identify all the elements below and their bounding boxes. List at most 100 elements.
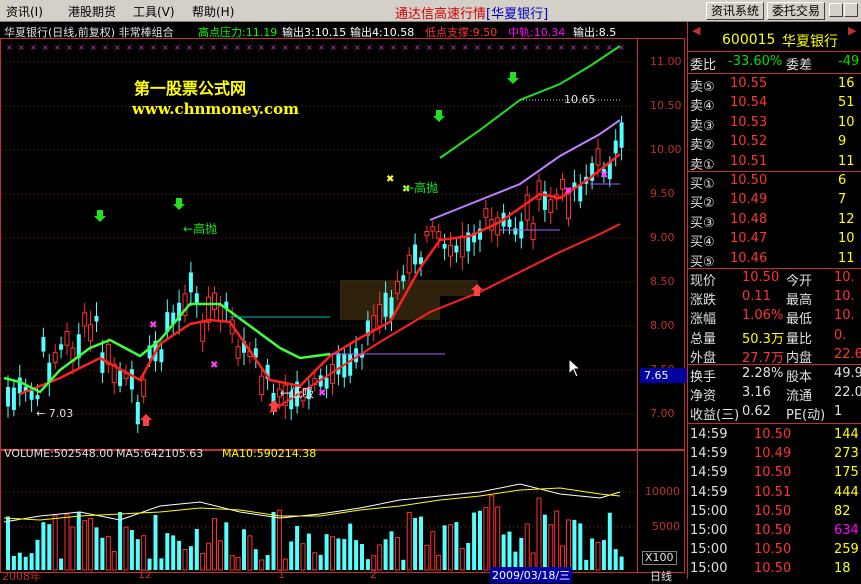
volume-ma10: MA10:590214.38 xyxy=(222,447,317,460)
top-marker: × xyxy=(558,43,565,52)
volume-bar xyxy=(448,524,453,571)
minimize-icon[interactable] xyxy=(829,3,843,17)
top-marker: × xyxy=(546,43,553,52)
volume-bar xyxy=(472,512,477,570)
asks-row[interactable]: 卖③ 10.53 10 xyxy=(688,114,861,134)
tick-price: 10.50 xyxy=(754,542,792,558)
volume-bar xyxy=(165,533,170,570)
stats-label: 涨跌 xyxy=(690,293,717,309)
price-tick: 10.00 xyxy=(650,143,682,156)
tick-row[interactable]: 14:59 10.51 444 xyxy=(688,484,861,503)
tick-row[interactable]: 15:00 10.50 259 xyxy=(688,541,861,560)
fin-row: 净资 3.16 流通 22.0 xyxy=(688,384,861,404)
date-tick: 1 xyxy=(278,568,285,581)
volume-bar xyxy=(601,540,606,570)
candle-body xyxy=(383,292,388,317)
candle-body xyxy=(513,228,518,235)
svg-text:✖: ✖ xyxy=(600,170,608,181)
high-sell-label-2: ←高抛 xyxy=(404,181,439,195)
bids-row[interactable]: 买① 10.50 6 xyxy=(688,172,861,192)
tick-row[interactable]: 14:59 10.49 273 xyxy=(688,445,861,464)
top-marker: × xyxy=(522,43,529,52)
fin-row: 换手 2.28% 股本 49.9 xyxy=(688,365,861,385)
asks-label: 卖⑤ xyxy=(690,80,715,95)
top-marker: × xyxy=(366,43,373,52)
asks-row[interactable]: 卖② 10.52 9 xyxy=(688,133,861,153)
fin-label2: PE(动) xyxy=(786,408,826,424)
bids-row[interactable]: 买⑤ 10.46 11 xyxy=(688,250,861,270)
volume-bar xyxy=(548,524,554,571)
bids-price: 10.49 xyxy=(730,192,768,208)
menu-hk-futures[interactable]: 港股期货 xyxy=(68,3,116,20)
fin-label2: 股本 xyxy=(786,370,813,385)
candle-body xyxy=(17,377,22,394)
period-label[interactable]: 日线 xyxy=(650,568,672,584)
volume-bar xyxy=(394,537,400,571)
tick-price: 10.51 xyxy=(754,484,792,500)
close-icon[interactable] xyxy=(844,3,858,17)
asks-row[interactable]: 卖① 10.51 11 xyxy=(688,153,861,173)
candle-body xyxy=(430,226,436,232)
volume-bar xyxy=(613,549,618,570)
trade-button[interactable]: 委托交易 xyxy=(767,2,825,20)
volume-bar xyxy=(354,540,359,570)
tick-row[interactable]: 14:59 10.50 175 xyxy=(688,464,861,483)
candle-body xyxy=(64,331,70,346)
tick-row[interactable]: 14:59 10.50 144 xyxy=(688,426,861,445)
stats-row: 涨幅 1.06% 最低 10. xyxy=(688,307,861,327)
tick-price: 10.50 xyxy=(754,465,792,481)
info-system-button[interactable]: 资讯系统 xyxy=(706,2,764,20)
menu-help[interactable]: 帮助(H) xyxy=(192,3,234,20)
top-marker: × xyxy=(54,43,61,52)
svg-text:✖: ✖ xyxy=(386,174,394,185)
volume-bar xyxy=(229,555,235,571)
tick-row[interactable]: 15:00 10.50 18 xyxy=(688,560,861,579)
top-marker: × xyxy=(18,43,25,52)
volume-bar xyxy=(247,535,253,571)
candle-body xyxy=(442,244,447,249)
candle-body xyxy=(217,305,223,323)
price-tick: 9.00 xyxy=(650,231,675,244)
volume-bar xyxy=(430,531,436,571)
mouse-cursor-icon xyxy=(568,358,582,378)
volume-bar xyxy=(478,510,482,570)
stats-label2: 今开 xyxy=(786,274,813,289)
asks-label: 卖③ xyxy=(690,118,715,134)
bids-row[interactable]: 买④ 10.47 10 xyxy=(688,230,861,250)
volume-bar xyxy=(194,529,199,570)
panel-right-indicator: ▶ xyxy=(848,24,857,37)
bids-row[interactable]: 买③ 10.48 12 xyxy=(688,211,861,231)
asks-row[interactable]: 卖④ 10.54 51 xyxy=(688,94,861,114)
asks-row[interactable]: 卖⑤ 10.55 16 xyxy=(688,75,861,95)
volume-value: VOLUME:502548.00 xyxy=(4,447,114,460)
kline-chart[interactable]: ✖ ✖ ✖ ✖ ✖ ✖ ✖ × × × × × × × × × × × × × × × × × × × × × × × × × ×… xyxy=(0,22,688,583)
volume-bar xyxy=(123,526,129,571)
tick-row[interactable]: 15:00 10.50 82 xyxy=(688,503,861,522)
top-marker: × xyxy=(90,43,97,52)
price-tick: 9.50 xyxy=(650,187,675,200)
fin-value: 3.16 xyxy=(742,385,771,401)
indicator-output3: 输出3:10.15 xyxy=(282,26,347,39)
volume-bar xyxy=(590,538,595,570)
fin-label: 收益(三) xyxy=(690,408,740,424)
bids-volume: 7 xyxy=(838,192,847,208)
volume-bar xyxy=(253,549,258,570)
top-marker: × xyxy=(114,43,121,52)
menu-info[interactable]: 资讯(I) xyxy=(6,3,43,20)
bids-row[interactable]: 买② 10.49 7 xyxy=(688,191,861,211)
candle-body xyxy=(548,199,554,214)
candle-body xyxy=(483,208,489,218)
volume-bar xyxy=(88,518,94,571)
volume-bar xyxy=(483,507,489,571)
volume-bar xyxy=(111,551,117,571)
current-price-tag: 7.65 xyxy=(640,368,688,383)
top-marker: × xyxy=(6,43,13,52)
volume-bar xyxy=(619,556,624,570)
top-marker: × xyxy=(270,43,277,52)
tick-row[interactable]: 15:00 10.50 634 xyxy=(688,522,861,541)
candle-body xyxy=(135,402,140,425)
asks-label: 卖① xyxy=(690,157,715,173)
asks-volume: 10 xyxy=(838,114,855,130)
candle-body xyxy=(578,185,583,202)
menu-tools[interactable]: 工具(V) xyxy=(133,3,175,20)
